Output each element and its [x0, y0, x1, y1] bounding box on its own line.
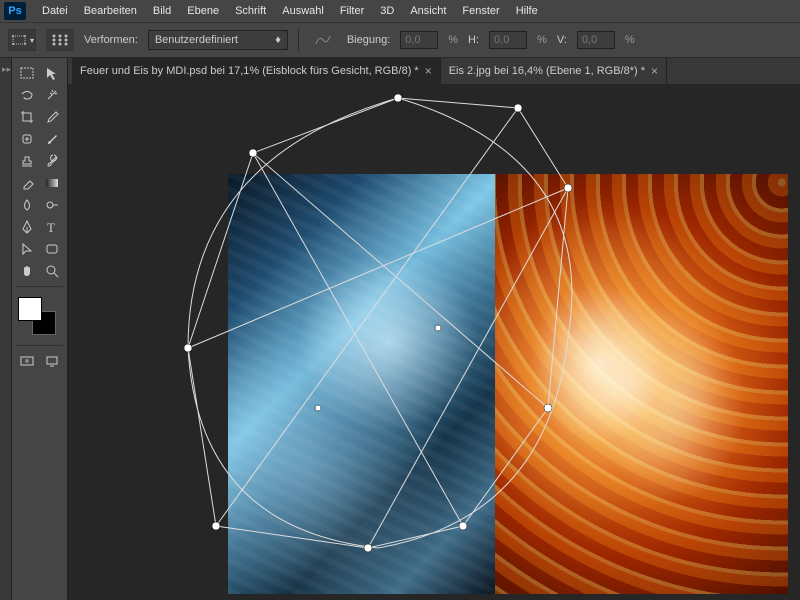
bend-input[interactable]: 0,0: [400, 31, 438, 49]
left-gutter: ▸▸: [0, 58, 12, 600]
foreground-swatch[interactable]: [18, 297, 42, 321]
collapse-icon[interactable]: ▸▸: [2, 64, 9, 75]
eraser-tool[interactable]: [14, 172, 40, 194]
tool-panel: T: [12, 58, 68, 600]
v-unit: %: [625, 34, 635, 46]
app-logo: Ps: [4, 2, 26, 20]
warp-preset-select[interactable]: Benutzerdefiniert ♦: [148, 30, 288, 50]
move-tool[interactable]: [40, 62, 66, 84]
warp-anchors[interactable]: [184, 94, 572, 552]
menu-bar: Ps Datei Bearbeiten Bild Ebene Schrift A…: [0, 0, 800, 22]
options-bar: ▾ Verformen: Benutzerdefiniert ♦ Biegung…: [0, 22, 800, 58]
h-unit: %: [537, 34, 547, 46]
chevron-down-icon: ▾: [30, 36, 34, 45]
document-tab[interactable]: Eis 2.jpg bei 16,4% (Ebene 1, RGB/8*) * …: [441, 58, 667, 84]
hand-tool[interactable]: [14, 260, 40, 282]
v-label: V:: [557, 34, 567, 46]
marquee-tool[interactable]: [14, 62, 40, 84]
warp-grid-lines: [188, 108, 568, 548]
menu-3d[interactable]: 3D: [372, 0, 402, 22]
menu-image[interactable]: Bild: [145, 0, 179, 22]
menu-help[interactable]: Hilfe: [508, 0, 546, 22]
warp-mesh-overlay[interactable]: [128, 84, 668, 598]
chevron-down-icon: ♦: [275, 34, 281, 46]
eyedropper-tool[interactable]: [40, 106, 66, 128]
transform-tool-icon[interactable]: ▾: [8, 29, 36, 51]
path-select-tool[interactable]: [14, 238, 40, 260]
warp-preset-value: Benutzerdefiniert: [155, 34, 238, 46]
close-icon[interactable]: ×: [651, 64, 658, 78]
blur-tool[interactable]: [14, 194, 40, 216]
h-input[interactable]: 0,0: [489, 31, 527, 49]
canvas-viewport[interactable]: [68, 84, 800, 600]
h-label: H:: [468, 34, 479, 46]
menu-filter[interactable]: Filter: [332, 0, 372, 22]
lasso-tool[interactable]: [14, 84, 40, 106]
color-swatches[interactable]: [18, 297, 56, 335]
menu-file[interactable]: Datei: [34, 0, 76, 22]
screenmode-toggle[interactable]: [40, 350, 66, 372]
document-area: Feuer und Eis by MDI.psd bei 17,1% (Eisb…: [68, 58, 800, 600]
bend-label: Biegung:: [347, 34, 390, 46]
menu-window[interactable]: Fenster: [454, 0, 507, 22]
stamp-tool[interactable]: [14, 150, 40, 172]
warp-curve[interactable]: [188, 98, 572, 548]
wand-tool[interactable]: [40, 84, 66, 106]
menu-select[interactable]: Auswahl: [274, 0, 332, 22]
menu-edit[interactable]: Bearbeiten: [76, 0, 145, 22]
menu-view[interactable]: Ansicht: [402, 0, 454, 22]
v-input[interactable]: 0,0: [577, 31, 615, 49]
warp-label: Verformen:: [84, 34, 138, 46]
gradient-tool[interactable]: [40, 172, 66, 194]
shape-tool[interactable]: [40, 238, 66, 260]
document-tabs: Feuer und Eis by MDI.psd bei 17,1% (Eisb…: [68, 58, 800, 84]
pen-tool[interactable]: [14, 216, 40, 238]
heal-tool[interactable]: [14, 128, 40, 150]
document-tab[interactable]: Feuer und Eis by MDI.psd bei 17,1% (Eisb…: [72, 58, 441, 84]
dodge-tool[interactable]: [40, 194, 66, 216]
zoom-tool[interactable]: [40, 260, 66, 282]
bend-unit: %: [448, 34, 458, 46]
brush-tool[interactable]: [40, 128, 66, 150]
menu-type[interactable]: Schrift: [227, 0, 274, 22]
menu-layer[interactable]: Ebene: [179, 0, 227, 22]
close-icon[interactable]: ×: [425, 64, 432, 78]
type-tool[interactable]: T: [40, 216, 66, 238]
warp-grid-icon[interactable]: [46, 29, 74, 51]
tab-label: Eis 2.jpg bei 16,4% (Ebene 1, RGB/8*) *: [449, 65, 645, 77]
quickmask-toggle[interactable]: [14, 350, 40, 372]
crop-tool[interactable]: [14, 106, 40, 128]
svg-text:T: T: [47, 220, 55, 235]
tab-label: Feuer und Eis by MDI.psd bei 17,1% (Eisb…: [80, 65, 419, 77]
history-brush-tool[interactable]: [40, 150, 66, 172]
warp-orientation-icon[interactable]: [309, 29, 337, 51]
